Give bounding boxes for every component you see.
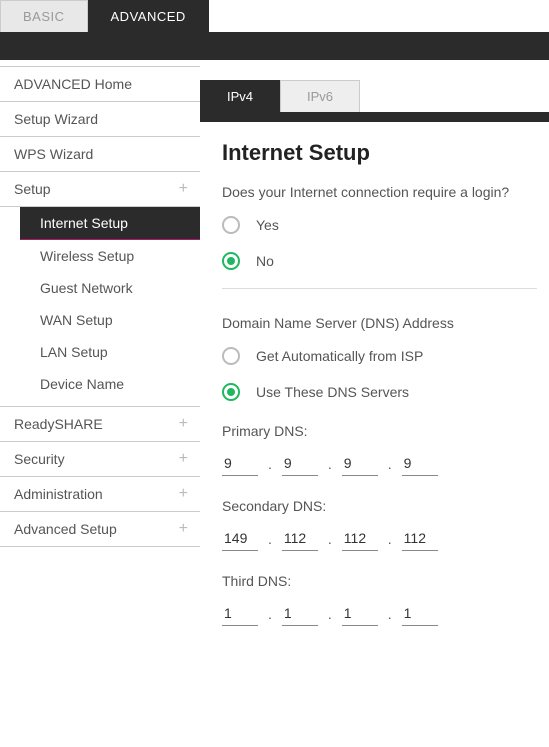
radio-login-yes[interactable]: Yes [222,216,537,234]
radio-label: No [256,253,274,269]
separator [222,288,537,289]
secondary-dns-octet-1[interactable] [222,526,258,551]
third-dns-row: . . . [222,601,537,626]
third-dns-octet-3[interactable] [342,601,378,626]
sidebar-item-setup[interactable]: Setup + [0,172,200,207]
sidebar-sub-device-name[interactable]: Device Name [0,368,200,400]
radio-login-no[interactable]: No [222,252,537,270]
sidebar-item-wps-wizard[interactable]: WPS Wizard [0,137,200,172]
sidebar-item-label: Security [14,451,65,467]
sidebar-item-label: ReadySHARE [14,416,103,432]
tab-advanced[interactable]: ADVANCED [88,0,209,32]
sidebar-item-label: Setup [14,181,51,197]
dot-separator: . [324,531,336,551]
dot-separator: . [384,531,396,551]
sidebar-item-security[interactable]: Security + [0,442,200,477]
content-area: IPv4 IPv6 Internet Setup Does your Inter… [200,60,549,646]
sidebar-sub-wan-setup[interactable]: WAN Setup [0,304,200,336]
primary-dns-octet-1[interactable] [222,451,258,476]
radio-label: Yes [256,217,279,233]
top-accent-bar [0,32,549,60]
dot-separator: . [264,531,276,551]
tab-basic[interactable]: BASIC [0,0,88,32]
dot-separator: . [384,456,396,476]
tab-ipv4[interactable]: IPv4 [200,80,280,112]
expand-icon: + [179,450,188,468]
page-title: Internet Setup [222,140,537,166]
dot-separator: . [384,606,396,626]
sidebar-sub-lan-setup[interactable]: LAN Setup [0,336,200,368]
secondary-dns-row: . . . [222,526,537,551]
sidebar-item-label: Administration [14,486,103,502]
radio-label: Use These DNS Servers [256,384,409,400]
sidebar-item-readyshare[interactable]: ReadySHARE + [0,407,200,442]
expand-icon: + [179,180,188,198]
dot-separator: . [264,606,276,626]
third-dns-octet-2[interactable] [282,601,318,626]
secondary-dns-octet-2[interactable] [282,526,318,551]
content-accent-bar [200,112,549,122]
sidebar: ADVANCED Home Setup Wizard WPS Wizard Se… [0,60,200,646]
top-tabbar: BASIC ADVANCED [0,0,549,32]
third-dns-label: Third DNS: [222,573,537,589]
expand-icon: + [179,415,188,433]
radio-dns-manual[interactable]: Use These DNS Servers [222,383,537,401]
sidebar-sub-wireless-setup[interactable]: Wireless Setup [0,240,200,272]
expand-icon: + [179,520,188,538]
dns-heading: Domain Name Server (DNS) Address [222,315,537,331]
sidebar-sub-guest-network[interactable]: Guest Network [0,272,200,304]
primary-dns-octet-2[interactable] [282,451,318,476]
expand-icon: + [179,485,188,503]
primary-dns-row: . . . [222,451,537,476]
third-dns-octet-4[interactable] [402,601,438,626]
secondary-dns-octet-4[interactable] [402,526,438,551]
secondary-dns-octet-3[interactable] [342,526,378,551]
sidebar-item-advanced-home[interactable]: ADVANCED Home [0,66,200,102]
radio-dns-auto[interactable]: Get Automatically from ISP [222,347,537,365]
ip-tabbar: IPv4 IPv6 [200,80,549,112]
secondary-dns-label: Secondary DNS: [222,498,537,514]
sidebar-item-setup-wizard[interactable]: Setup Wizard [0,102,200,137]
primary-dns-label: Primary DNS: [222,423,537,439]
login-question: Does your Internet connection require a … [222,184,537,200]
dot-separator: . [324,456,336,476]
dot-separator: . [324,606,336,626]
radio-icon [222,383,240,401]
radio-label: Get Automatically from ISP [256,348,423,364]
radio-icon [222,216,240,234]
sidebar-item-label: Advanced Setup [14,521,117,537]
primary-dns-octet-3[interactable] [342,451,378,476]
sidebar-sub-internet-setup[interactable]: Internet Setup [20,207,200,240]
primary-dns-octet-4[interactable] [402,451,438,476]
dot-separator: . [264,456,276,476]
sidebar-sublist-setup: Internet Setup Wireless Setup Guest Netw… [0,207,200,407]
tab-ipv6[interactable]: IPv6 [280,80,360,112]
radio-icon [222,347,240,365]
third-dns-octet-1[interactable] [222,601,258,626]
radio-icon [222,252,240,270]
sidebar-item-advanced-setup[interactable]: Advanced Setup + [0,512,200,547]
sidebar-item-administration[interactable]: Administration + [0,477,200,512]
